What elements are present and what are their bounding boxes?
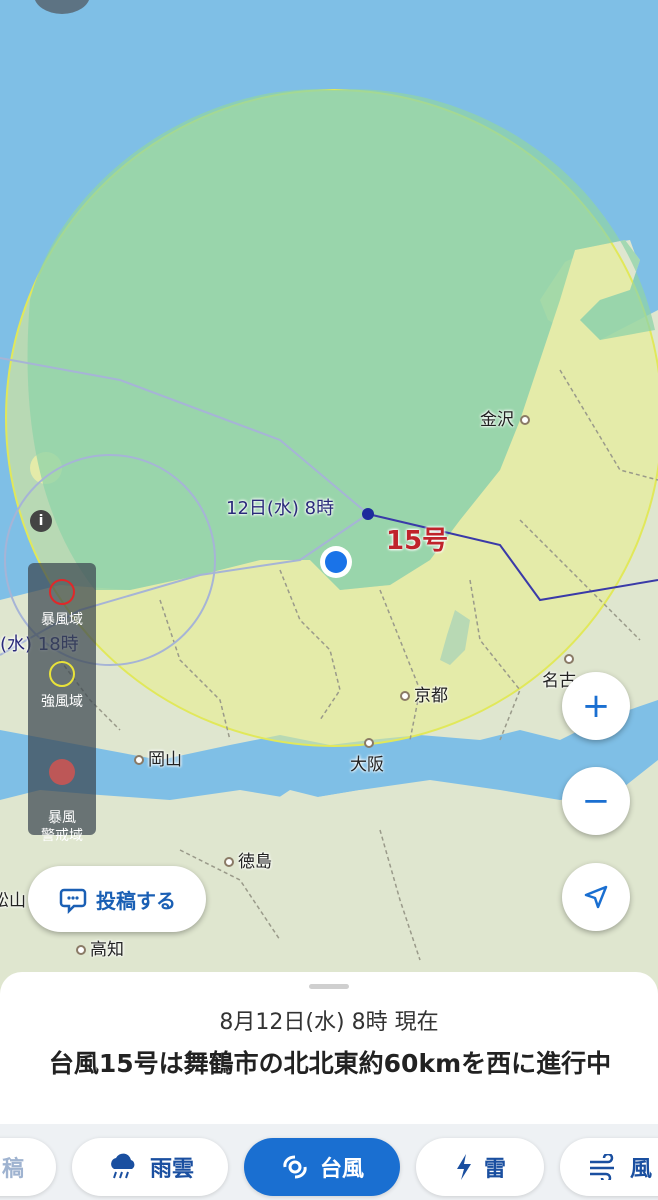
tab-post-label: 稿 [1, 1157, 24, 1182]
zoom-in-button[interactable]: + [562, 672, 630, 740]
sheet-drag-handle[interactable] [309, 984, 349, 989]
observation-timestamp: 8月12日(水) 8時 現在 [219, 1010, 439, 1035]
post-button-label: 投稿する [96, 888, 176, 913]
typhoon-icon [280, 1152, 310, 1182]
tab-lightning-label: 雷 [483, 1157, 506, 1182]
legend-item-strong-wind-area: 強風域 [28, 661, 96, 711]
tab-bar: 稿 雨雲 台風 雷 風 [0, 1124, 658, 1200]
plus-icon: + [581, 686, 611, 726]
bottom-sheet[interactable]: 8月12日(水) 8時 現在 台風15号は舞鶴市の北北東約60kmを西に進行中 [0, 972, 658, 1132]
tab-rain-cloud[interactable]: 雨雲 [72, 1138, 228, 1196]
wind-icon [588, 1154, 620, 1180]
post-bubble-icon [59, 888, 87, 914]
city-marker-icon [400, 691, 410, 701]
locate-button[interactable] [562, 863, 630, 931]
city-marker-icon [564, 654, 574, 664]
city-label-kochi: 高知 [76, 935, 124, 960]
tab-typhoon[interactable]: 台風 [244, 1138, 400, 1196]
info-icon[interactable]: i [30, 510, 52, 532]
lightning-icon [454, 1152, 474, 1182]
rain-cloud-icon [106, 1153, 140, 1181]
city-label-kyoto: 京都 [400, 681, 448, 706]
minus-icon: − [581, 781, 611, 821]
strong-wind-area-icon [49, 661, 75, 687]
zoom-out-button[interactable]: − [562, 767, 630, 835]
tab-lightning[interactable]: 雷 [416, 1138, 544, 1196]
tab-typhoon-label: 台風 [319, 1157, 364, 1182]
typhoon-number-label: 15号 [386, 526, 449, 556]
city-label-osaka: 大阪 [350, 738, 384, 775]
navigation-arrow-icon [584, 885, 608, 909]
city-marker-icon [364, 738, 374, 748]
forecast-time-label: 12日(水) 8時 [226, 498, 335, 519]
tab-post[interactable]: 稿 [0, 1138, 56, 1196]
tab-rain-cloud-label: 雨雲 [149, 1157, 194, 1182]
city-marker-icon [520, 415, 530, 425]
post-button[interactable]: 投稿する [28, 866, 206, 932]
city-marker-icon [224, 857, 234, 867]
city-label-matsuyama: 松山 [0, 891, 26, 911]
typhoon-headline: 台風15号は舞鶴市の北北東約60kmを西に進行中 [48, 1049, 612, 1078]
city-label-okayama: 岡山 [134, 745, 182, 770]
tab-wind[interactable]: 風 [560, 1138, 658, 1196]
warning-area-icon [49, 759, 75, 785]
legend-item-warning-area: 暴風 警戒域 [28, 741, 96, 845]
typhoon-map[interactable]: i 15号 12日(水) 8時 (水) 18時 金沢 京都 名古 大阪 岡山 徳… [0, 0, 658, 1000]
tab-wind-label: 風 [630, 1157, 653, 1182]
city-marker-icon [134, 755, 144, 765]
city-label-kanazawa: 金沢 [480, 405, 534, 430]
city-marker-icon [76, 945, 86, 955]
legend-item-storm-area: 暴風域 [28, 579, 96, 629]
legend-panel: 暴風域 強風域 暴風 警戒域 [28, 563, 96, 844]
city-label-tokushima: 徳島 [224, 847, 272, 872]
storm-area-icon [49, 579, 75, 605]
